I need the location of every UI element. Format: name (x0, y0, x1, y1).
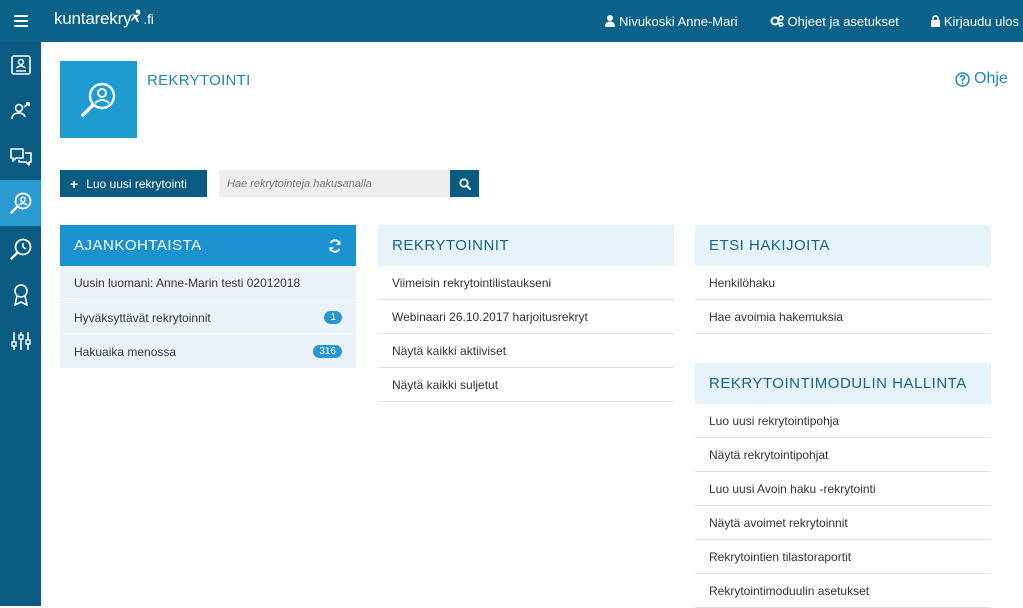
list-item-label: Luo uusi Avoin haku -rekrytointi (709, 481, 876, 496)
sidebar-item-messages[interactable] (0, 134, 41, 180)
current-panel: AJANKOHTAISTA Uusin luomani: Anne-Marin … (60, 225, 356, 368)
current-panel-header: AJANKOHTAISTA (60, 225, 356, 266)
sidebar-item-profile[interactable] (0, 42, 41, 88)
lock-icon (930, 15, 940, 27)
list-item-label: Uusin luomani: Anne-Marin testi 02012018 (74, 276, 301, 290)
logout-link[interactable]: Kirjaudu ulos (930, 13, 1019, 29)
list-item-label: Hae avoimia hakemuksia (709, 309, 844, 324)
recruitments-panel-title: REKRYTOINNIT (392, 237, 510, 254)
list-item-label: Webinaari 26.10.2017 harjoitusrekryt (392, 309, 588, 324)
sidebar-item-history[interactable] (0, 226, 41, 272)
list-item[interactable]: Luo uusi rekrytointipohja (695, 404, 991, 438)
list-item-label: Näytä kaikki suljetut (392, 377, 499, 392)
recruitments-panel-header: REKRYTOINNIT (378, 225, 674, 266)
chat-icon (9, 148, 32, 166)
list-item-label: Henkilöhaku (709, 275, 776, 290)
list-item-label: Hyväksyttävät rekrytoinnit (74, 310, 211, 325)
module-admin-panel-header: REKRYTOINTIMODULIN HALLINTA (695, 363, 991, 404)
logo-suffix: .fi (143, 11, 154, 27)
sidebar-item-settings[interactable] (0, 318, 41, 364)
list-item[interactable]: Henkilöhaku (695, 266, 991, 300)
list-item[interactable]: Rekrytointimoduulin asetukset (695, 574, 991, 608)
recruitments-panel: REKRYTOINNIT Viimeisin rekrytointilistau… (378, 225, 674, 402)
search-applicants-panel: ETSI HAKIJOITA Henkilöhaku Hae avoimia h… (695, 225, 991, 334)
top-bar: kuntarekry .fi Nivukoski Anne-Mari Ohjee… (0, 0, 1023, 42)
page-title: REKRYTOINTI (147, 72, 251, 89)
list-item[interactable]: Hakuaika menossa 316 (60, 334, 356, 368)
sliders-icon (10, 332, 31, 350)
list-item[interactable]: Hyväksyttävät rekrytoinnit 1 (60, 300, 356, 334)
list-item[interactable]: Näytä avoimet rekrytoinnit (695, 506, 991, 540)
id-card-icon (10, 55, 31, 75)
list-item-label: Hakuaika menossa (74, 344, 177, 359)
question-circle-icon (955, 71, 970, 87)
page-icon-tile (60, 61, 137, 138)
list-item[interactable]: Uusin luomani: Anne-Marin testi 02012018 (60, 266, 356, 300)
list-item-label: Näytä rekrytointipohjat (709, 447, 829, 462)
module-admin-panel-title: REKRYTOINTIMODULIN HALLINTA (709, 375, 967, 392)
menu-toggle-button[interactable] (0, 0, 41, 42)
ribbon-icon (13, 284, 28, 306)
list-item[interactable]: Viimeisin rekrytointilistaukseni (378, 266, 674, 300)
sidebar (0, 42, 41, 606)
list-item-label: Viimeisin rekrytointilistaukseni (392, 275, 552, 290)
search-icon (458, 177, 471, 190)
list-item[interactable]: Luo uusi Avoin haku -rekrytointi (695, 472, 991, 506)
list-item[interactable]: Hae avoimia hakemuksia (695, 300, 991, 334)
sidebar-item-recruitment[interactable] (0, 180, 41, 226)
logout-label: Kirjaudu ulos (943, 13, 1019, 29)
logo-text: kuntarekry (54, 9, 132, 28)
user-search-icon (80, 82, 115, 117)
help-label: Ohje (974, 70, 1008, 87)
user-name: Nivukoski Anne-Mari (619, 13, 738, 29)
search-applicants-panel-header: ETSI HAKIJOITA (695, 225, 991, 266)
list-item-label: Luo uusi rekrytointipohja (709, 413, 840, 428)
settings-link[interactable]: Ohjeet ja asetukset (770, 14, 899, 29)
new-recruitment-label: Luo uusi rekrytointi (86, 176, 187, 191)
search-applicants-panel-title: ETSI HAKIJOITA (709, 237, 830, 254)
recruitment-search-input[interactable] (219, 170, 450, 197)
list-item[interactable]: Näytä kaikki aktiiviset (378, 334, 674, 368)
help-link[interactable]: Ohje (955, 70, 1008, 88)
sidebar-item-awards[interactable] (0, 272, 41, 318)
list-item[interactable]: Webinaari 26.10.2017 harjoitusrekryt (378, 300, 674, 334)
list-item-label: Rekrytointien tilastoraportit (709, 549, 852, 564)
refresh-icon[interactable] (328, 238, 342, 253)
list-item[interactable]: Rekrytointien tilastoraportit (695, 540, 991, 574)
hamburger-icon (13, 15, 28, 27)
list-item[interactable]: Näytä kaikki suljetut (378, 368, 674, 402)
user-search-icon (9, 192, 31, 214)
list-item-label: Näytä kaikki aktiiviset (392, 343, 507, 358)
new-recruitment-button[interactable]: + Luo uusi rekrytointi (60, 170, 207, 197)
sidebar-item-applicants[interactable] (0, 88, 41, 134)
current-panel-title: AJANKOHTAISTA (74, 237, 202, 254)
settings-label: Ohjeet ja asetukset (787, 13, 899, 29)
logo[interactable]: kuntarekry .fi (54, 9, 154, 29)
list-item[interactable]: Näytä rekrytointipohjat (695, 438, 991, 472)
count-badge: 316 (313, 345, 342, 358)
logo-figure-icon (131, 9, 142, 22)
module-admin-panel: REKRYTOINTIMODULIN HALLINTA Luo uusi rek… (695, 363, 991, 608)
user-arrow-icon (10, 102, 30, 120)
list-item-label: Näytä avoimet rekrytoinnit (709, 515, 848, 530)
gears-icon (770, 15, 784, 27)
search-button[interactable] (450, 170, 479, 197)
user-menu[interactable]: Nivukoski Anne-Mari (605, 14, 738, 29)
search-clock-icon (9, 238, 31, 260)
user-icon (605, 15, 616, 27)
plus-icon: + (70, 175, 79, 192)
list-item-label: Rekrytointimoduulin asetukset (709, 583, 870, 598)
count-badge: 1 (324, 311, 342, 324)
